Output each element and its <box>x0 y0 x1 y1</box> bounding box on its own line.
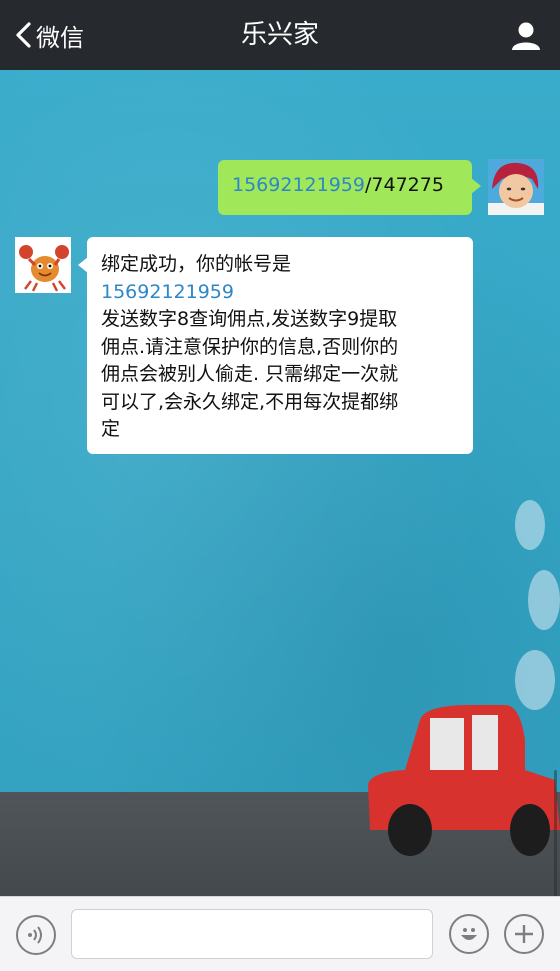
message-input[interactable] <box>71 909 433 959</box>
emoji-icon <box>461 928 477 940</box>
scrollbar[interactable] <box>554 770 557 896</box>
phone-number-link[interactable]: 15692121959 <box>101 281 234 303</box>
message-line: 定 <box>101 418 121 440</box>
voice-icon <box>28 926 42 944</box>
back-button[interactable]: 微信 <box>14 0 84 70</box>
message-text: /747275 <box>364 174 444 196</box>
chevron-left-icon <box>16 22 31 48</box>
back-label: 微信 <box>36 23 84 52</box>
voice-button[interactable] <box>16 915 56 955</box>
navigation-bar: 微信 乐兴家 <box>0 0 560 70</box>
car-illustration <box>368 705 560 856</box>
phone-number-link[interactable]: 15692121959 <box>232 174 365 196</box>
chat-background: 15692121959/747275 绑定成功，你的帐号是 1569212195… <box>0 70 560 896</box>
my-avatar[interactable] <box>488 159 544 215</box>
cloud-decoration <box>528 570 560 630</box>
input-toolbar <box>0 896 560 971</box>
plus-icon <box>515 925 533 943</box>
contact-avatar[interactable] <box>15 237 71 293</box>
incoming-message[interactable]: 绑定成功，你的帐号是 15692121959 发送数字8查询佣点,发送数字9提取… <box>78 237 473 454</box>
chat-title: 乐兴家 <box>240 20 319 50</box>
emoji-button[interactable] <box>449 914 489 954</box>
cloud-decoration <box>515 500 545 550</box>
chat-info-button[interactable] <box>510 20 542 52</box>
message-line: 发送数字8查询佣点,发送数字9提取 <box>101 308 398 330</box>
message-line: 可以了,会永久绑定,不用每次提都绑 <box>101 390 399 413</box>
more-button[interactable] <box>504 914 544 954</box>
message-line: 佣点会被别人偷走. 只需绑定一次就 <box>101 363 399 385</box>
message-line: 佣点.请注意保护你的信息,否则你的 <box>101 335 399 358</box>
user-icon <box>512 22 540 50</box>
crab-avatar <box>15 237 71 293</box>
message-line: 绑定成功，你的帐号是 <box>101 253 292 275</box>
child-photo-avatar <box>488 159 544 215</box>
outgoing-message[interactable]: 15692121959/747275 <box>218 160 481 215</box>
